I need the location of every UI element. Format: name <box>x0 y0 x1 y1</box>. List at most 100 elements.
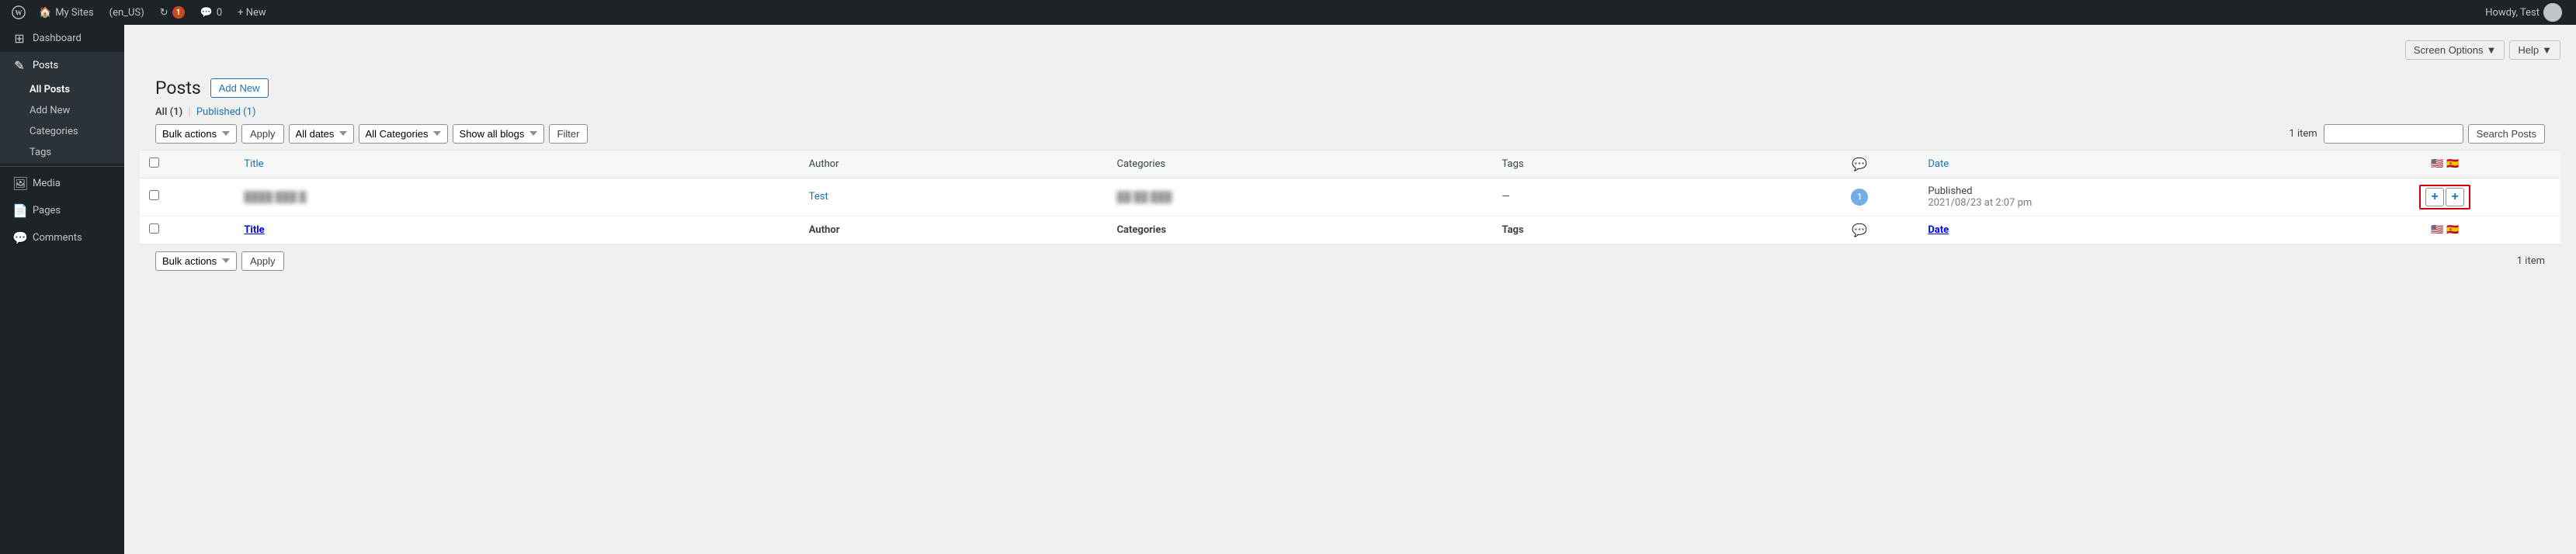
comment-column-icon: 💬 <box>1852 157 1867 171</box>
title-sort-link[interactable]: Title <box>244 158 263 170</box>
footer-comment-icon: 💬 <box>1852 223 1867 237</box>
add-translation-us-button[interactable]: + <box>2425 188 2444 206</box>
post-date-cell: Published 2021/08/23 at 2:07 pm <box>1918 178 2329 216</box>
add-new-label: Add New <box>30 105 70 116</box>
comments-sidebar-icon: 💬 <box>12 230 26 245</box>
screen-options-chevron-icon: ▼ <box>2487 44 2497 56</box>
search-input[interactable] <box>2324 124 2463 144</box>
categories-label: Categories <box>30 126 78 137</box>
sidebar-item-comments[interactable]: 💬 Comments <box>0 224 124 251</box>
all-posts-label: All Posts <box>30 84 70 95</box>
flag-us-footer: 🇺🇸 <box>2431 224 2443 236</box>
items-count-bottom: 1 item <box>2517 255 2545 267</box>
footer-categories-header: Categories <box>1108 216 1493 244</box>
sidebar-item-label: Pages <box>33 205 61 216</box>
avatar <box>2543 3 2562 22</box>
page-header: Posts Add New <box>140 66 2560 100</box>
author-column-header: Author <box>800 150 1108 178</box>
search-area: Search Posts <box>2324 124 2545 144</box>
sidebar-item-label: Dashboard <box>33 33 82 44</box>
footer-select-all-checkbox[interactable] <box>149 223 159 234</box>
post-tags-cell: — <box>1492 178 1800 216</box>
search-posts-button[interactable]: Search Posts <box>2468 124 2545 144</box>
dates-select[interactable]: All dates <box>289 124 354 144</box>
new-label: + New <box>238 7 266 19</box>
bulk-actions-select-bottom[interactable]: Bulk actions <box>155 251 237 271</box>
apply-button-top[interactable]: Apply <box>241 124 284 144</box>
sidebar-subitem-tags[interactable]: Tags <box>0 142 124 163</box>
sidebar-item-label: Media <box>33 178 61 189</box>
add-new-button[interactable]: Add New <box>210 78 269 98</box>
svg-text:W: W <box>16 9 23 17</box>
main-content: Screen Options ▼ Help ▼ Posts Add New Al… <box>124 25 2576 554</box>
sidebar: ⊞ Dashboard ✎ Posts All Posts Add New Ca… <box>0 25 124 554</box>
footer-lang-header: 🇺🇸 🇪🇸 <box>2329 216 2560 244</box>
flag-icons: + + <box>2338 185 2551 209</box>
filter-button[interactable]: Filter <box>549 124 588 144</box>
post-date-status: Published <box>1928 185 1972 197</box>
post-date-value: 2021/08/23 at 2:07 pm <box>1928 197 2032 209</box>
flag-es-header: 🇪🇸 <box>2446 158 2459 170</box>
categories-select[interactable]: All Categories <box>359 124 448 144</box>
filter-all-link[interactable]: All (1) <box>155 106 185 118</box>
adminbar-mysites[interactable]: 🏠 My Sites <box>31 0 102 25</box>
footer-title-sort-link[interactable]: Title <box>244 224 264 236</box>
adminbar-new[interactable]: + New <box>230 0 274 25</box>
filter-nav: All (1) | Published (1) <box>140 100 2560 118</box>
apply-button-bottom[interactable]: Apply <box>241 251 284 271</box>
row-checkbox[interactable] <box>149 190 159 200</box>
post-categories-cell: ██ ██ ███ <box>1108 178 1493 216</box>
help-label: Help <box>2518 44 2539 56</box>
footer-tags-header: Tags <box>1492 216 1800 244</box>
adminbar-howdy[interactable]: Howdy, Test <box>2477 0 2570 25</box>
mysites-label: My Sites <box>55 7 93 19</box>
adminbar-comments[interactable]: 💬 0 <box>193 0 231 25</box>
post-lang-cell: + + <box>2329 178 2560 216</box>
filter-published-link[interactable]: Published (1) <box>196 106 256 118</box>
select-all-header <box>140 150 234 178</box>
home-icon: 🏠 <box>39 7 51 19</box>
sidebar-subitem-all-posts[interactable]: All Posts <box>0 79 124 100</box>
tags-column-header: Tags <box>1492 150 1800 178</box>
footer-author-header: Author <box>800 216 1108 244</box>
sidebar-item-media[interactable]: 🖼 Media <box>0 170 124 197</box>
help-chevron-icon: ▼ <box>2542 44 2552 56</box>
author-link[interactable]: Test <box>809 191 828 203</box>
sidebar-subitem-add-new[interactable]: Add New <box>0 100 124 121</box>
adminbar-site[interactable]: (en_US) <box>102 0 152 25</box>
sidebar-item-posts[interactable]: ✎ Posts <box>0 52 124 79</box>
footer-date-sort-link[interactable]: Date <box>1928 224 1949 236</box>
date-sort-link[interactable]: Date <box>1928 158 1949 170</box>
table-row: ████ ███ █ Test ██ ██ ███ — 1 <box>140 178 2560 216</box>
add-translation-es-button[interactable]: + <box>2446 188 2464 206</box>
blogs-select[interactable]: Show all blogs <box>453 124 544 144</box>
flag-es-footer: 🇪🇸 <box>2446 224 2459 236</box>
post-title-link[interactable]: ████ ███ █ <box>244 191 306 203</box>
wp-logo[interactable]: W <box>6 0 31 25</box>
comments-icon: 💬 <box>200 7 213 19</box>
screen-options-button[interactable]: Screen Options ▼ <box>2405 40 2505 60</box>
row-checkbox-cell <box>140 178 234 216</box>
bulk-actions-select-top[interactable]: Bulk actions <box>155 124 237 144</box>
date-column-header: Date <box>1918 150 2329 178</box>
footer-title-header: Title <box>234 216 799 244</box>
posts-table-wrapper: Title Author Categories Tags 💬 Date <box>140 150 2560 244</box>
post-categories-value: ██ ██ ███ <box>1117 191 1172 203</box>
screen-options-label: Screen Options <box>2414 44 2484 56</box>
pages-icon: 📄 <box>12 203 26 218</box>
table-footer-row: Title Author Categories Tags 💬 Date <box>140 216 2560 244</box>
posts-icon: ✎ <box>12 58 26 73</box>
filter-sep: | <box>188 106 193 118</box>
sidebar-item-dashboard[interactable]: ⊞ Dashboard <box>0 25 124 52</box>
comment-count-bubble[interactable]: 1 <box>1851 189 1868 206</box>
help-button[interactable]: Help ▼ <box>2509 40 2560 60</box>
sidebar-subitem-categories[interactable]: Categories <box>0 121 124 142</box>
sidebar-item-label: Posts <box>33 60 58 71</box>
sidebar-item-pages[interactable]: 📄 Pages <box>0 197 124 224</box>
page-title: Posts <box>155 77 201 100</box>
adminbar-updates[interactable]: ↻ 1 <box>152 0 193 25</box>
footer-comments-header: 💬 <box>1800 216 1918 244</box>
select-all-checkbox[interactable] <box>149 158 159 168</box>
posts-table: Title Author Categories Tags 💬 Date <box>140 150 2560 244</box>
title-column-header: Title <box>234 150 799 178</box>
